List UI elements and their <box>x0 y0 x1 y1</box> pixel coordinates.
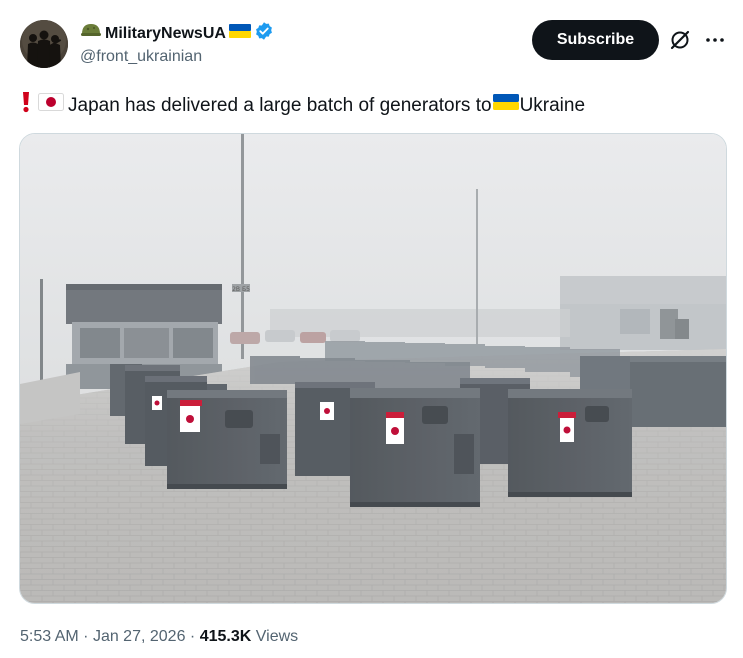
views-count: 415.3K <box>199 628 252 645</box>
meta-separator: · <box>83 628 89 645</box>
generators-photo-illustration: 2В Б5 <box>20 134 726 603</box>
subscribe-button[interactable]: Subscribe <box>532 20 659 60</box>
tweet-text-part1: Japan has delivered a large batch of gen… <box>68 94 492 116</box>
author-handle[interactable]: @front_ukrainian <box>80 48 202 66</box>
tweet-media-photo[interactable]: 2В Б5 <box>19 133 727 604</box>
views-label: Views <box>255 628 299 645</box>
tweet-text-part2: Ukraine <box>519 94 586 116</box>
author-display-name[interactable]: MilitaryNewsUA <box>105 25 226 43</box>
verified-badge-icon[interactable] <box>254 21 274 46</box>
tweet-meta: 5:53 AM · Jan 27, 2026 · 415.3K Views <box>20 628 298 646</box>
japan-flag-icon <box>38 93 64 118</box>
tweet-time[interactable]: 5:53 AM <box>20 628 79 645</box>
grok-icon[interactable] <box>668 28 692 52</box>
ukraine-flag-icon <box>492 93 519 118</box>
soldiers-silhouette-icon <box>20 20 68 68</box>
helmet-emoji-icon <box>80 21 102 46</box>
ukraine-flag-icon <box>228 23 251 44</box>
more-options-icon[interactable] <box>703 28 727 52</box>
red-exclamation-icon <box>20 91 32 120</box>
tweet-date[interactable]: Jan 27, 2026 <box>93 628 186 645</box>
tweet-text: Japan has delivered a large batch of gen… <box>20 91 585 120</box>
author-avatar[interactable] <box>20 20 68 68</box>
meta-separator: · <box>189 628 196 645</box>
author-name-row[interactable]: MilitaryNewsUA <box>80 21 274 46</box>
